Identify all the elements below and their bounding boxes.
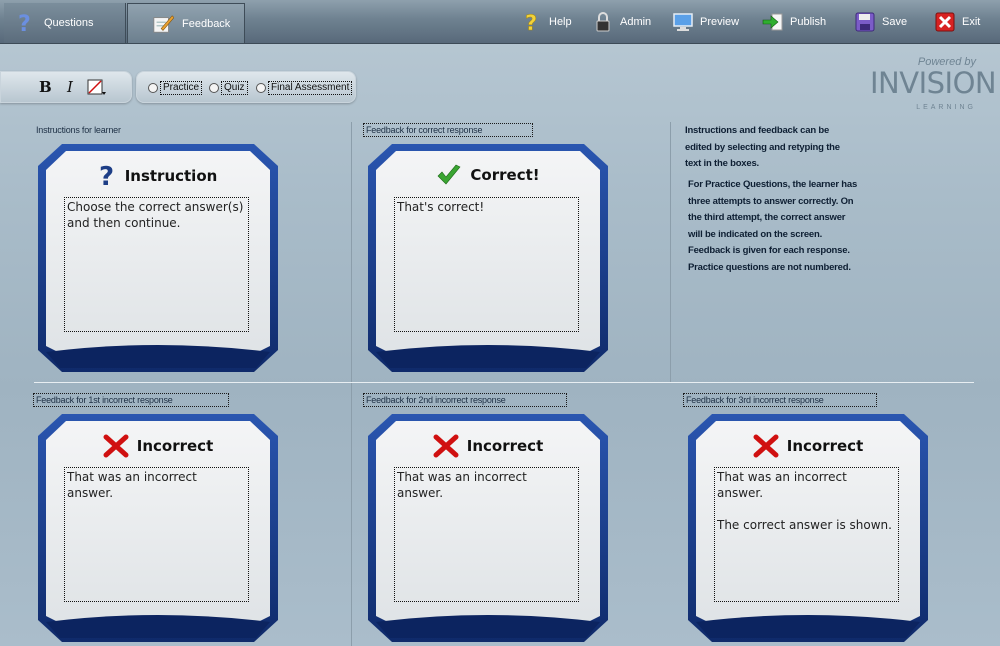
admin-label: Admin	[620, 16, 652, 28]
correct-card: Correct! That's correct!	[366, 142, 610, 374]
radio-final-label: Final Assessment	[268, 81, 353, 95]
text-color-icon	[87, 79, 106, 95]
card-title: Incorrect	[686, 434, 930, 458]
help-button[interactable]: ? Help	[521, 10, 572, 34]
text-color-button[interactable]	[87, 79, 107, 101]
question-icon: ?	[521, 11, 543, 33]
card-title: Incorrect	[36, 434, 280, 458]
floppy-disk-icon	[854, 11, 876, 33]
correct-text-box[interactable]: That's correct!	[394, 197, 579, 332]
question-icon: ?	[14, 12, 36, 34]
incorrect1-title: Incorrect	[136, 437, 214, 455]
incorrect3-text-box[interactable]: That was an incorrect answer. The correc…	[714, 467, 899, 602]
radio-practice[interactable]: Practice	[148, 81, 203, 95]
tab-feedback-label: Feedback	[182, 17, 231, 30]
format-toolbar: B I	[0, 71, 132, 103]
radio-final-circle[interactable]	[256, 83, 266, 93]
top-menu-bar: ? Questions Feedback ? Help Admin Previe…	[0, 0, 1000, 44]
card-title: Incorrect	[366, 434, 610, 458]
help-line: the third attempt, the correct answer	[688, 212, 846, 223]
svg-text:?: ?	[99, 164, 114, 188]
help-paragraph-2: For Practice Questions, the learner has …	[688, 177, 857, 276]
instructions-section-label: Instructions for learner	[36, 125, 121, 135]
monitor-icon	[672, 11, 694, 33]
save-label: Save	[882, 16, 908, 28]
exit-label: Exit	[962, 16, 981, 28]
question-icon: ?	[99, 164, 114, 188]
incorrect3-section-label[interactable]: Feedback for 3rd incorrect response	[683, 393, 877, 407]
logo-sub: LEARNING	[916, 104, 976, 111]
help-line: Practice questions are not numbered.	[688, 261, 851, 273]
help-line: Instructions and feedback can be	[685, 125, 830, 136]
help-line: For Practice Questions, the learner has	[688, 179, 858, 190]
row-divider	[34, 382, 974, 383]
tab-questions[interactable]: ? Questions	[4, 3, 126, 43]
tab-feedback[interactable]: Feedback	[127, 3, 245, 43]
radio-quiz-circle[interactable]	[209, 83, 219, 93]
radio-quiz-label: Quiz	[221, 81, 248, 95]
help-line: edited by selecting and retyping the	[685, 141, 840, 153]
radio-final-assessment[interactable]: Final Assessment	[256, 81, 353, 95]
column-divider	[670, 122, 671, 382]
close-icon	[934, 11, 956, 33]
card-title: Correct!	[366, 164, 610, 186]
help-label: Help	[549, 16, 572, 28]
exit-button[interactable]: Exit	[934, 10, 980, 34]
preview-label: Preview	[700, 16, 740, 28]
correct-title: Correct!	[470, 166, 540, 184]
checkmark-icon	[437, 164, 461, 185]
radio-practice-label: Practice	[160, 81, 203, 95]
instruction-title: Instruction	[124, 167, 218, 185]
incorrect1-card: Incorrect That was an incorrect answer.	[36, 412, 280, 644]
admin-button[interactable]: Admin	[592, 10, 651, 34]
help-line: text in the boxes.	[685, 158, 760, 169]
radio-quiz[interactable]: Quiz	[209, 81, 248, 95]
bold-button[interactable]: B	[39, 78, 52, 96]
incorrect2-section-label[interactable]: Feedback for 2nd incorrect response	[363, 393, 567, 407]
column-divider	[351, 122, 352, 646]
publish-arrow-icon	[762, 11, 784, 33]
incorrect3-card: Incorrect That was an incorrect answer. …	[686, 412, 930, 644]
help-line: will be indicated on the screen.	[688, 228, 823, 240]
incorrect2-title: Incorrect	[466, 437, 544, 455]
svg-text:?: ?	[525, 11, 537, 33]
instruction-text-box[interactable]: Choose the correct answer(s) and then co…	[64, 197, 249, 332]
incorrect2-card: Incorrect That was an incorrect answer.	[366, 412, 610, 644]
invision-logo: Powered by INVISION LEARNING	[870, 56, 997, 116]
red-x-icon	[433, 434, 459, 458]
incorrect1-section-label[interactable]: Feedback for 1st incorrect response	[33, 393, 229, 407]
svg-text:?: ?	[18, 12, 31, 34]
help-line: Feedback is given for each response.	[688, 245, 850, 256]
logo-brand: INVISION	[870, 66, 997, 100]
publish-button[interactable]: Publish	[762, 10, 826, 34]
incorrect3-title: Incorrect	[786, 437, 864, 455]
help-line: three attempts to answer correctly. On	[688, 195, 854, 207]
italic-button[interactable]: I	[67, 78, 73, 96]
save-button[interactable]: Save	[854, 10, 907, 34]
red-x-icon	[753, 434, 779, 458]
tab-questions-label: Questions	[44, 17, 94, 29]
incorrect1-text-box[interactable]: That was an incorrect answer.	[64, 467, 249, 602]
assessment-mode-group: Practice Quiz Final Assessment	[136, 71, 356, 103]
correct-section-label[interactable]: Feedback for correct response	[363, 123, 533, 137]
card-title: ? Instruction	[36, 164, 280, 188]
help-paragraph-1: Instructions and feedback can be edited …	[685, 123, 840, 173]
preview-button[interactable]: Preview	[672, 10, 739, 34]
publish-label: Publish	[790, 16, 827, 28]
instruction-card: ? Instruction Choose the correct answer(…	[36, 142, 280, 374]
notepad-pencil-icon	[152, 13, 174, 35]
lock-icon	[592, 11, 614, 33]
red-x-icon	[103, 434, 129, 458]
radio-practice-circle[interactable]	[148, 83, 158, 93]
incorrect2-text-box[interactable]: That was an incorrect answer.	[394, 467, 579, 602]
